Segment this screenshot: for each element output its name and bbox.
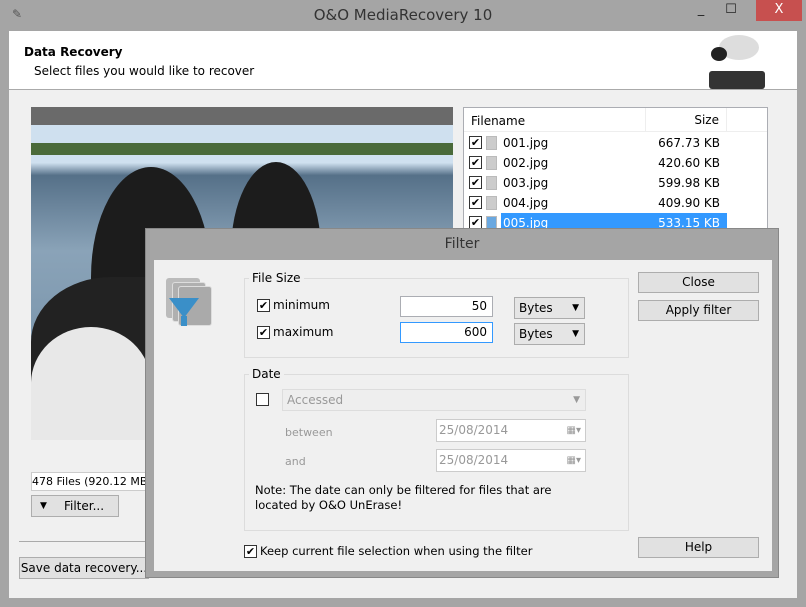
filter-dialog: Filter File Size ✔ minimum 50 Bytes ▼ ✔ m…	[145, 228, 779, 578]
minimize-button[interactable]: _	[686, 0, 716, 21]
maximum-checkbox[interactable]: ✔	[257, 326, 270, 339]
minimum-checkbox[interactable]: ✔	[257, 299, 270, 312]
keep-selection-checkbox[interactable]: ✔	[244, 545, 257, 558]
apply-filter-button[interactable]: Apply filter	[638, 300, 759, 321]
dropdown-arrow-icon: ▼	[40, 501, 47, 511]
file-checkbox[interactable]: ✔	[469, 176, 482, 189]
file-checkbox[interactable]: ✔	[469, 136, 482, 149]
mascot-logo	[709, 35, 769, 89]
file-icon	[486, 196, 497, 210]
file-name: 002.jpg	[503, 156, 549, 170]
calendar-icon: ▦▾	[566, 425, 581, 436]
minimum-unit-select[interactable]: Bytes ▼	[514, 297, 585, 319]
divider	[19, 541, 149, 542]
maximize-button[interactable]: ☐	[716, 0, 746, 21]
maximum-input[interactable]: 600	[400, 322, 493, 343]
file-icon	[486, 156, 497, 170]
file-name: 001.jpg	[503, 136, 549, 150]
chevron-down-icon: ▼	[572, 303, 579, 313]
header: Data Recovery Select files you would lik…	[9, 31, 797, 90]
file-icon	[486, 176, 497, 190]
file-icon	[486, 136, 497, 150]
date-checkbox[interactable]	[256, 393, 269, 406]
chevron-down-icon: ▼	[573, 395, 580, 405]
minimum-input[interactable]: 50	[400, 296, 493, 317]
file-row[interactable]: ✔ 002.jpg 420.60 KB	[464, 153, 727, 173]
file-size-group: File Size ✔ minimum 50 Bytes ▼ ✔ maximum …	[244, 271, 629, 358]
file-name: 004.jpg	[503, 196, 549, 210]
maximum-unit-select[interactable]: Bytes ▼	[514, 323, 585, 345]
column-header-size[interactable]: Size	[645, 108, 727, 132]
file-list[interactable]: Filename Size ✔ 001.jpg 667.73 KB ✔ 002.j…	[463, 107, 768, 235]
chevron-down-icon: ▼	[572, 329, 579, 339]
file-size: 599.98 KB	[658, 176, 720, 190]
and-date-picker[interactable]: 25/08/2014 ▦▾	[436, 449, 586, 472]
dialog-title: Filter	[444, 236, 480, 252]
close-window-button[interactable]: X	[756, 0, 802, 21]
column-header-filename[interactable]: Filename	[471, 114, 525, 128]
file-checkbox[interactable]: ✔	[469, 196, 482, 209]
between-date-picker[interactable]: 25/08/2014 ▦▾	[436, 419, 586, 442]
file-size: 420.60 KB	[658, 156, 720, 170]
file-row[interactable]: ✔ 003.jpg 599.98 KB	[464, 173, 727, 193]
filter-funnel-icon	[166, 278, 214, 326]
file-checkbox[interactable]: ✔	[469, 156, 482, 169]
file-name: 003.jpg	[503, 176, 549, 190]
filter-button[interactable]: ▼ Filter...	[31, 495, 119, 517]
close-button[interactable]: Close	[638, 272, 759, 293]
page-subtitle: Select files you would like to recover	[34, 64, 255, 78]
date-group: Date Accessed ▼ between 25/08/2014 ▦▾ and …	[244, 367, 629, 531]
calendar-icon: ▦▾	[566, 455, 581, 466]
date-note: Note: The date can only be filtered for …	[255, 483, 552, 512]
status-text: 478 Files (920.12 MB) S	[31, 472, 151, 491]
page-title: Data Recovery	[24, 45, 123, 59]
date-type-select[interactable]: Accessed ▼	[282, 389, 586, 411]
file-size: 667.73 KB	[658, 136, 720, 150]
file-row[interactable]: ✔ 004.jpg 409.90 KB	[464, 193, 727, 213]
save-data-recovery-button[interactable]: Save data recovery...	[19, 557, 149, 579]
file-size: 409.90 KB	[658, 196, 720, 210]
file-row[interactable]: ✔ 001.jpg 667.73 KB	[464, 133, 727, 153]
app-icon: ✎	[12, 7, 23, 21]
help-button[interactable]: Help	[638, 537, 759, 558]
